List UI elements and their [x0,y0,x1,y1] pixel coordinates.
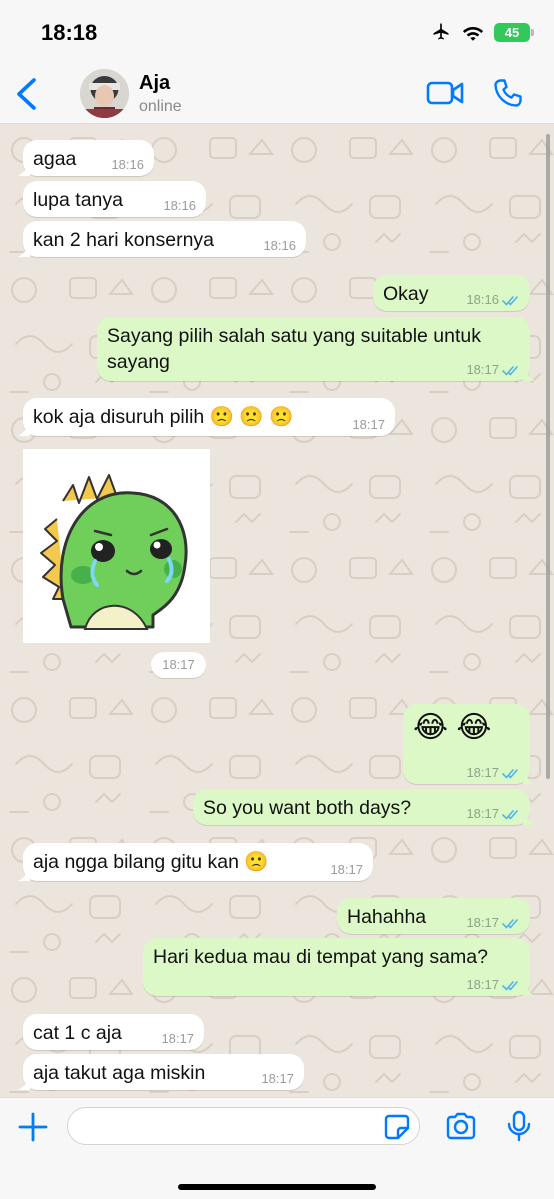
bubble-tail [523,811,535,825]
message-bubble-incoming[interactable]: cat 1 c aja 18:17 [23,1014,204,1050]
avatar-photo [80,69,129,118]
message-bubble-outgoing[interactable]: So you want both days? 18:17 [193,789,535,825]
message-text: lupa tanya [33,189,123,211]
message-time: 18:17 [466,363,520,377]
message-text-line: sayang [107,351,170,373]
contact-avatar[interactable] [80,69,129,118]
read-receipt-icon [502,918,518,929]
plus-icon[interactable] [18,1112,48,1142]
bubble-tail [523,770,535,784]
message-bubble-outgoing[interactable]: 😂 😂 18:17 [403,704,535,784]
message-input-bar [0,1097,554,1199]
contact-status: online [139,98,182,115]
message-bubble-incoming[interactable]: lupa tanya 18:16 [23,181,206,217]
phone-call-icon[interactable] [492,77,524,109]
message-input[interactable] [67,1107,420,1145]
contact-name[interactable]: Aja [139,72,170,95]
message-time: 18:17 [466,978,520,992]
message-bubble-incoming[interactable]: agaa 18:16 [18,140,154,176]
message-text: kan 2 hari konsernya [33,229,215,251]
message-text: kok aja disuruh pilih 🙁 🙁 🙁 [33,406,294,428]
message-text: Okay [383,283,429,305]
status-icons: 45 [430,22,534,42]
message-text: So you want both days? [203,797,412,819]
microphone-icon[interactable] [506,1110,532,1142]
status-time: 18:18 [41,20,98,45]
video-call-icon[interactable] [426,79,464,107]
home-indicator [178,1184,376,1190]
message-time: 18:16 [163,198,196,213]
message-time: 18:17 [261,1071,294,1086]
status-bar: 18:18 45 [0,0,554,64]
message-text: aja takut aga miskin [33,1062,206,1084]
chat-area[interactable]: agaa 18:16 lupa tanya 18:16 kan 2 hari k… [0,124,554,1097]
message-bubble-outgoing[interactable]: Hari kedua mau di tempat yang sama? 18:1… [143,938,535,996]
bubble-tail [523,367,535,381]
crying-dinosaur-sticker [40,474,188,630]
message-text: agaa [33,148,77,170]
sticker-message[interactable] [23,449,210,643]
read-receipt-icon [502,809,518,820]
read-receipt-icon [502,980,518,991]
bubble-tail [523,982,535,996]
message-time: 18:16 [263,238,296,253]
message-time: 18:17 [161,1031,194,1046]
bubble-tail [18,422,30,436]
battery-indicator: 45 [494,22,534,42]
wifi-icon [462,26,484,41]
message-text: aja ngga bilang gitu kan 🙁 [33,851,269,873]
sticker-icon[interactable] [384,1114,410,1140]
message-time: 18:17 [466,916,520,930]
message-time: 18:17 [466,807,520,821]
airplane-mode-icon [433,23,449,40]
message-bubble-incoming[interactable]: aja takut aga miskin 18:17 [18,1054,304,1090]
message-bubble-incoming[interactable]: kan 2 hari konsernya 18:16 [18,221,306,257]
read-receipt-icon [502,295,518,306]
message-time: 18:17 [330,862,363,877]
camera-icon[interactable] [445,1112,477,1140]
message-bubble-outgoing[interactable]: Okay 18:16 [373,275,530,311]
read-receipt-icon [502,768,518,779]
message-text: cat 1 c aja [33,1022,122,1044]
message-text-line: Sayang pilih salah satu yang suitable un… [107,325,482,347]
message-bubble-outgoing[interactable]: Sayang pilih salah satu yang suitable un… [97,317,535,381]
message-time: 18:16 [466,293,520,307]
message-time: 18:17 [151,652,206,678]
scroll-indicator[interactable] [546,134,550,779]
read-receipt-icon [502,365,518,376]
message-bubble-incoming[interactable]: kok aja disuruh pilih 🙁 🙁 🙁 18:17 [18,398,395,436]
bubble-tail [18,867,30,881]
message-text: 😂 😂 [413,711,492,744]
bubble-tail [18,243,30,257]
message-bubble-incoming[interactable]: aja ngga bilang gitu kan 🙁 18:17 [18,843,373,881]
message-text: Hahahha [347,906,427,928]
bubble-tail [18,162,30,176]
message-time: 18:16 [111,157,144,172]
message-bubble-outgoing[interactable]: Hahahha 18:17 [337,898,530,934]
battery-level: 45 [504,24,520,40]
bubble-tail [18,1076,30,1090]
message-time: 18:17 [352,417,385,432]
back-chevron-icon[interactable] [12,76,42,112]
chat-header: Aja online [0,64,554,124]
message-text: Hari kedua mau di tempat yang sama? [153,946,488,968]
message-time: 18:17 [466,766,520,780]
